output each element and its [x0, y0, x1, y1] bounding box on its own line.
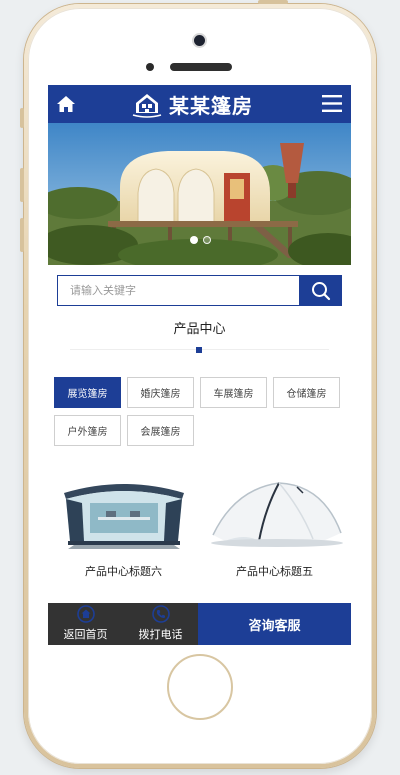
bottom-nav-phone[interactable]: 拨打电话 — [123, 603, 198, 645]
category-tabs: 展览篷房 婚庆篷房 车展篷房 仓储篷房 户外篷房 会展篷房 — [54, 377, 346, 446]
bottom-nav-home[interactable]: 返回首页 — [48, 603, 123, 645]
mockup-stage: 某某篷房 请输入关键字 产品中心 展览篷房 婚庆篷房 车展篷房 仓储篷房 户外篷… — [0, 0, 400, 775]
site-brand[interactable]: 某某篷房 — [130, 90, 253, 119]
section-title: 产品中心 — [173, 322, 226, 337]
category-tab-convention[interactable]: 会展篷房 — [127, 415, 194, 446]
bottom-nav: 返回首页 拨打电话 咨询客服 — [48, 603, 351, 645]
volume-up-button — [20, 168, 24, 202]
volume-down-button — [20, 218, 24, 252]
home-icon[interactable] — [56, 94, 76, 114]
site-header: 某某篷房 — [48, 85, 351, 123]
category-tab-wedding[interactable]: 婚庆篷房 — [127, 377, 194, 408]
search-icon — [311, 281, 330, 300]
product-grid: 产品中心标题六 产品中心标题五 — [48, 469, 351, 579]
phone-home-button[interactable] — [167, 654, 233, 720]
product-name[interactable]: 产品中心标题六 — [85, 563, 162, 579]
front-camera — [194, 35, 205, 46]
phone-icon — [151, 605, 170, 623]
category-tab-exhibition[interactable]: 展览篷房 — [54, 377, 121, 408]
banner-pagination — [190, 236, 211, 244]
search-button[interactable] — [299, 275, 342, 306]
consult-service-button[interactable]: 咨询客服 — [198, 603, 351, 645]
hero-banner[interactable] — [48, 123, 351, 265]
power-button — [258, 0, 288, 4]
search-bar — [57, 275, 342, 306]
menu-icon[interactable] — [322, 95, 342, 112]
house-logo-icon — [132, 93, 162, 118]
mute-switch — [20, 108, 24, 128]
product-image-canopy-tent — [63, 484, 184, 549]
banner-dot-2[interactable] — [203, 236, 211, 244]
product-card[interactable]: 产品中心标题五 — [199, 469, 350, 579]
home-icon — [76, 605, 95, 623]
banner-dot-1[interactable] — [190, 236, 198, 244]
earpiece-speaker — [170, 63, 232, 71]
category-tab-outdoor[interactable]: 户外篷房 — [54, 415, 121, 446]
product-image-dome-tent — [210, 482, 343, 547]
search-input[interactable] — [57, 275, 299, 306]
mobile-screen: 某某篷房 请输入关键字 产品中心 展览篷房 婚庆篷房 车展篷房 仓储篷房 户外篷… — [48, 85, 351, 645]
product-card[interactable]: 产品中心标题六 — [48, 469, 199, 579]
category-tab-warehouse[interactable]: 仓储篷房 — [273, 377, 340, 408]
category-tab-auto-show[interactable]: 车展篷房 — [200, 377, 267, 408]
bottom-nav-home-label: 返回首页 — [63, 628, 108, 641]
proximity-sensor — [146, 63, 154, 71]
section-title-marker — [196, 347, 202, 353]
product-name[interactable]: 产品中心标题五 — [236, 563, 313, 579]
bottom-nav-phone-label: 拨打电话 — [138, 628, 183, 641]
site-title: 某某篷房 — [169, 94, 253, 118]
